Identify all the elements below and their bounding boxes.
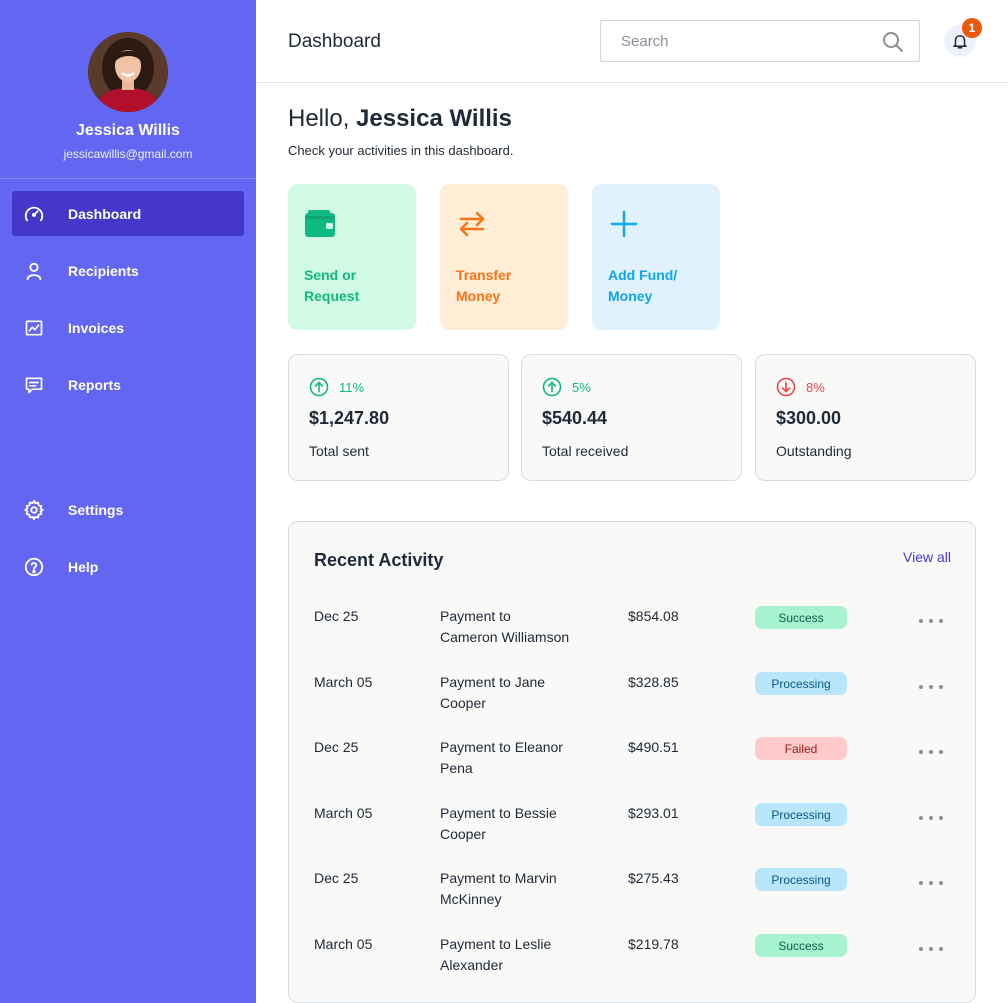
greeting: Hello, Jessica Willis	[288, 105, 512, 133]
table-row: March 05 Payment to Bessie Cooper $293.0…	[289, 803, 975, 863]
stat-value: $1,247.80	[309, 408, 390, 428]
action-label: Add Fund/ Money	[608, 267, 678, 304]
search-box	[600, 20, 920, 62]
stat-label: Total received	[542, 443, 629, 459]
sidebar-item-recipients[interactable]: Recipients	[12, 248, 244, 293]
sidebar-item-label: Reports	[68, 376, 121, 393]
status-badge: Failed	[755, 737, 847, 760]
activity-title: Recent Activity	[314, 550, 444, 570]
more-options-icon[interactable]	[919, 809, 943, 827]
sidebar-item-label: Invoices	[68, 319, 125, 336]
more-options-icon[interactable]	[919, 678, 943, 696]
activity-amount: $490.51	[628, 739, 679, 755]
sidebar-item-label: Recipients	[68, 262, 139, 279]
user-email: jessicawillis@gmail.com	[63, 147, 193, 161]
transfer-money-card[interactable]: Transfer Money	[440, 184, 568, 330]
plus-icon	[608, 208, 640, 240]
search-input[interactable]	[601, 21, 871, 61]
stat-percent: 11%	[339, 379, 365, 395]
arrow-up-icon	[309, 377, 329, 397]
activity-date: Dec 25	[314, 608, 359, 624]
arrow-up-icon	[542, 377, 562, 397]
sidebar-item-settings[interactable]: Settings	[12, 487, 244, 532]
table-row: March 05 Payment to Jane Cooper $328.85 …	[289, 672, 975, 732]
more-options-icon[interactable]	[919, 874, 943, 892]
message-icon	[22, 373, 46, 397]
activity-amount: $854.08	[628, 608, 679, 624]
speedometer-icon	[22, 202, 46, 226]
status-badge: Processing	[755, 672, 847, 695]
wallet-icon	[304, 208, 336, 240]
stat-trend: 8%	[776, 377, 825, 397]
table-row: March 05 Payment to Leslie Alexander $21…	[289, 934, 975, 994]
status-badge: Success	[755, 934, 847, 957]
user-icon	[22, 259, 46, 283]
table-row: Dec 25 Payment to Cameron Williamson $85…	[289, 606, 975, 666]
activity-amount: $219.78	[628, 936, 679, 952]
action-label: Send or Request	[304, 267, 360, 304]
stat-value: $300.00	[776, 408, 842, 428]
profile-section: Jessica Willis jessicawillis@gmail.com	[0, 0, 256, 179]
sidebar-item-label: Dashboard	[68, 205, 142, 222]
activity-amount: $293.01	[628, 805, 679, 821]
view-all-link[interactable]: View all	[903, 549, 951, 565]
activity-description: Payment to Bessie Cooper	[440, 805, 557, 842]
action-label: Transfer Money	[456, 267, 512, 304]
status-badge: Processing	[755, 868, 847, 891]
stat-percent: 8%	[806, 379, 825, 395]
page-title: Dashboard	[288, 31, 381, 52]
greeting-subtitle: Check your activities in this dashboard.	[288, 143, 514, 158]
activity-description: Payment to Marvin McKinney	[440, 870, 557, 907]
sidebar-item-dashboard[interactable]: Dashboard	[12, 191, 244, 236]
activity-amount: $275.43	[628, 870, 679, 886]
stat-card-total-sent: 11% $1,247.80 Total sent	[288, 354, 509, 481]
activity-description: Payment to Jane Cooper	[440, 674, 546, 711]
more-options-icon[interactable]	[919, 743, 943, 761]
table-row: Dec 25 Payment to Marvin McKinney $275.4…	[289, 868, 975, 928]
recent-activity-panel: Recent Activity View all Dec 25 Payment …	[288, 521, 976, 1003]
gear-icon	[22, 498, 46, 522]
more-options-icon[interactable]	[919, 940, 943, 958]
sidebar-item-help[interactable]: Help	[12, 544, 244, 589]
help-icon	[22, 555, 46, 579]
activity-date: March 05	[314, 805, 373, 821]
top-header: Dashboard 1	[256, 0, 1008, 83]
activity-description: Payment to Eleanor Pena	[440, 739, 563, 776]
notification-badge: 1	[962, 18, 982, 38]
sidebar-item-label: Settings	[68, 501, 124, 518]
activity-description: Payment to Cameron Williamson	[440, 608, 570, 645]
status-badge: Success	[755, 606, 847, 629]
status-badge: Processing	[755, 803, 847, 826]
stat-card-outstanding: 8% $300.00 Outstanding	[755, 354, 976, 481]
more-options-icon[interactable]	[919, 612, 943, 630]
avatar	[88, 32, 168, 112]
activity-amount: $328.85	[628, 674, 679, 690]
table-row: Dec 25 Payment to Eleanor Pena $490.51 F…	[289, 737, 975, 797]
stat-card-total-received: 5% $540.44 Total received	[521, 354, 742, 481]
search-icon[interactable]	[881, 30, 905, 54]
sidebar-item-label: Help	[68, 558, 99, 575]
user-name: Jessica Willis	[76, 122, 180, 139]
greeting-name: Jessica Willis	[356, 105, 512, 132]
stat-label: Total sent	[309, 443, 369, 459]
transfer-icon	[456, 208, 488, 240]
activity-description: Payment to Leslie Alexander	[440, 936, 552, 973]
activity-date: March 05	[314, 936, 373, 952]
stat-value: $540.44	[542, 408, 608, 428]
chart-icon	[22, 316, 46, 340]
stat-trend: 5%	[542, 377, 591, 397]
sidebar-item-reports[interactable]: Reports	[12, 362, 244, 407]
add-fund-card[interactable]: Add Fund/ Money	[592, 184, 720, 330]
sidebar: Jessica Willis jessicawillis@gmail.com D…	[0, 0, 256, 1003]
activity-date: Dec 25	[314, 870, 359, 886]
send-request-card[interactable]: Send or Request	[288, 184, 416, 330]
activity-date: Dec 25	[314, 739, 359, 755]
stat-trend: 11%	[309, 377, 364, 397]
activity-date: March 05	[314, 674, 373, 690]
stat-label: Outstanding	[776, 443, 852, 459]
stat-percent: 5%	[572, 379, 591, 395]
arrow-down-icon	[776, 377, 796, 397]
sidebar-item-invoices[interactable]: Invoices	[12, 305, 244, 350]
greeting-prefix: Hello,	[288, 105, 357, 132]
